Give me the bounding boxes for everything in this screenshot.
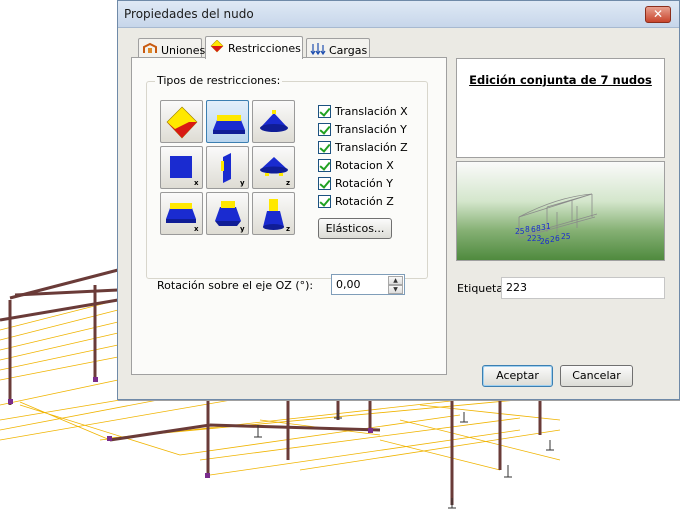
roller-support-icon: [260, 110, 288, 132]
rotation-spinner[interactable]: 0,00 ▲ ▼: [331, 274, 405, 295]
check-label: Translación Y: [335, 123, 407, 136]
x-rotation-restraint-icon: x: [166, 203, 199, 233]
checkbox[interactable]: [318, 105, 331, 118]
check-translation-y[interactable]: Translación Y: [318, 123, 407, 138]
joints-icon: [143, 42, 157, 53]
z-rotation-restraint-icon: z: [263, 199, 290, 233]
cancel-button[interactable]: Cancelar: [560, 365, 633, 387]
restriction-types-group: Tipos de restricciones: x y z x y z Tran…: [146, 74, 428, 295]
pinned-support-button[interactable]: [206, 100, 249, 143]
y-rotation-restraint-button[interactable]: y: [206, 192, 249, 235]
pinned-support-icon: [213, 115, 245, 134]
preview-structure-drawing: 25 8 6 8 3 1 223 26 2 6 25: [515, 193, 598, 246]
spin-down-button[interactable]: ▼: [388, 285, 403, 294]
dialog-title: Propiedades del nudo: [124, 7, 254, 21]
restrictions-icon: [210, 40, 224, 53]
etiqueta-label: Etiqueta:: [457, 282, 507, 295]
x-restraint-icon: x: [170, 156, 199, 187]
axis-label-x: x: [194, 225, 199, 233]
node-label: 26: [540, 237, 550, 246]
accept-button[interactable]: Aceptar: [482, 365, 553, 387]
checkbox[interactable]: [318, 159, 331, 172]
close-icon: ✕: [652, 7, 664, 21]
y-rotation-restraint-icon: y: [215, 201, 245, 233]
checkbox[interactable]: [318, 123, 331, 136]
tab-label: Restricciones: [228, 42, 301, 55]
group-title: Tipos de restricciones:: [155, 74, 283, 87]
fixed-support-button[interactable]: [160, 100, 203, 143]
title-bar: Propiedades del nudo ✕: [118, 1, 679, 28]
tab-cargas[interactable]: Cargas: [306, 38, 370, 58]
restrictions-panel: Tipos de restricciones: x y z x y z Tran…: [131, 57, 447, 375]
spin-up-button[interactable]: ▲: [388, 276, 403, 285]
check-rotation-x[interactable]: Rotacion X: [318, 159, 394, 174]
close-button[interactable]: ✕: [645, 6, 671, 23]
axis-label-z: z: [286, 179, 290, 187]
check-label: Translación X: [335, 105, 408, 118]
etiqueta-input[interactable]: 223: [501, 277, 665, 299]
axis-label-y: y: [240, 225, 245, 233]
axis-label-z: z: [286, 225, 290, 233]
node-properties-dialog: Propiedades del nudo ✕ Uniones Restricci…: [117, 0, 680, 400]
joint-edit-info: Edición conjunta de 7 nudos: [456, 58, 665, 158]
check-label: Translación Z: [335, 141, 408, 154]
node-label: 8: [525, 225, 530, 234]
check-label: Rotación Y: [335, 177, 393, 190]
checkbox[interactable]: [318, 195, 331, 208]
y-restraint-icon: y: [221, 153, 245, 187]
check-label: Rotacion X: [335, 159, 394, 172]
node-label: 1: [546, 222, 551, 231]
node-label: 25: [561, 232, 571, 241]
roller-support-button[interactable]: [252, 100, 295, 143]
rotation-value: 0,00: [336, 278, 361, 291]
check-rotation-z[interactable]: Rotación Z: [318, 195, 394, 210]
loads-icon: [310, 43, 326, 56]
accept-label: Aceptar: [496, 369, 539, 382]
check-rotation-y[interactable]: Rotación Y: [318, 177, 393, 192]
fixed-support-icon: [166, 106, 198, 139]
node-label: 25: [515, 227, 525, 236]
z-restraint-icon: z: [260, 157, 290, 187]
checkbox[interactable]: [318, 177, 331, 190]
check-translation-x[interactable]: Translación X: [318, 105, 408, 120]
tab-label: Cargas: [329, 44, 368, 57]
z-rotation-restraint-button[interactable]: z: [252, 192, 295, 235]
elastic-button-label: Elásticos...: [325, 222, 385, 235]
tab-restricciones[interactable]: Restricciones: [205, 36, 303, 59]
z-restraint-button[interactable]: z: [252, 146, 295, 189]
check-label: Rotación Z: [335, 195, 394, 208]
axis-label-y: y: [240, 179, 245, 187]
axis-label-x: x: [194, 179, 199, 187]
node-label: 6: [555, 234, 560, 243]
checkbox[interactable]: [318, 141, 331, 154]
joint-edit-title: Edición conjunta de 7 nudos: [469, 73, 652, 87]
structure-preview: 25 8 6 8 3 1 223 26 2 6 25: [456, 161, 665, 261]
elastic-button[interactable]: Elásticos...: [318, 218, 392, 239]
tab-uniones[interactable]: Uniones: [138, 38, 206, 58]
cancel-label: Cancelar: [572, 369, 621, 382]
rotation-label: Rotación sobre el eje OZ (°):: [157, 279, 314, 292]
etiqueta-value: 223: [506, 281, 527, 294]
x-rotation-restraint-button[interactable]: x: [160, 192, 203, 235]
tab-label: Uniones: [161, 44, 206, 57]
x-restraint-button[interactable]: x: [160, 146, 203, 189]
check-translation-z[interactable]: Translación Z: [318, 141, 408, 156]
y-restraint-button[interactable]: y: [206, 146, 249, 189]
